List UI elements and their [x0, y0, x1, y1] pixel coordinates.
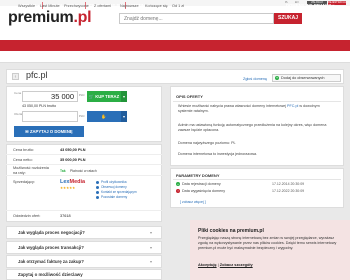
propose-label: ZAPROPONUJ: [89, 125, 119, 130]
list-icon: [96, 196, 99, 199]
faq-label: Jak otrzymać fakturę za zakup?: [18, 259, 84, 264]
desc-text: Wniesie możliwość nabycia prawa własnośc…: [178, 104, 288, 108]
logo[interactable]: premium.pl: [8, 9, 92, 27]
gross-price: 43 050,00 PLN brutto: [22, 104, 57, 108]
row-value: 43 050,00 PLN: [60, 148, 86, 152]
divider: [173, 179, 341, 180]
main-nav: [0, 40, 350, 51]
logo-main: premium: [8, 9, 74, 26]
back-arrow-icon[interactable]: ‹: [12, 73, 19, 80]
subnav-przechwycone[interactable]: Przechwycone: [64, 4, 89, 8]
subnav-z-ofertami[interactable]: Z ofertami: [94, 4, 111, 8]
chevron-down-icon: ▾: [150, 230, 153, 235]
plus-icon: +: [275, 75, 279, 80]
seller-contact-link[interactable]: Kontakt ze sprzedającym: [101, 190, 137, 194]
price-label: Cena: [14, 91, 22, 95]
plus-circle-icon: +: [176, 182, 180, 186]
description-p3: Domena najwyższego poziomu: PL: [178, 141, 236, 145]
description-p1: Wniesie możliwość nabycia prawa własnośc…: [178, 104, 328, 114]
seller-profile-link[interactable]: Profil użytkownika: [101, 180, 127, 184]
cookie-text: Przeglądając naszą stronę internetową be…: [198, 236, 337, 250]
chevron-down-icon: ▾: [150, 245, 153, 250]
param-label: Data wygaśnięcia domeny: [182, 189, 226, 193]
logo-tld: .pl: [73, 9, 92, 26]
visits-value: 37618: [60, 214, 71, 218]
subnav-konczace[interactable]: Kończące się: [145, 4, 168, 8]
ask-about-domain-button[interactable]: ✉ ZAPYTAJ O DOMENĘ: [14, 126, 84, 137]
param-date: 17.12.2022 20:30:09: [272, 189, 305, 193]
price-currency: PLN: [79, 93, 85, 97]
visits-label: Odwiedzin ofert:: [13, 214, 41, 218]
buy-now-button[interactable]: 🛒 KUP TERAZ: [87, 91, 121, 102]
sub-nav: [0, 51, 350, 63]
description-p2: Admin ma ustawioną funkcję automatyczneg…: [178, 123, 327, 132]
ask-label: ZAPYTAJ O DOMENĘ: [29, 129, 73, 134]
subnav-najnowsze[interactable]: Najnowsze: [120, 4, 139, 8]
domain-link[interactable]: PFC.pl: [287, 104, 298, 108]
show-more-link[interactable]: [ zobacz więcej ]: [180, 200, 206, 204]
installment-text: Płatność w ratach: [70, 169, 97, 173]
cookie-actions: Akceptuję | Zobacz szczegóły: [198, 262, 253, 267]
eye-icon: [96, 186, 99, 189]
seller-logo[interactable]: LexMedia: [60, 179, 85, 185]
description-header: OPIS OFERTY: [176, 94, 203, 99]
offer-input[interactable]: [22, 111, 78, 122]
user-icon: [96, 181, 99, 184]
row-label: Cena brutto:: [13, 148, 34, 152]
search-button[interactable]: SZUKAJ: [274, 13, 302, 24]
row-value: 35 000,00 PLN: [60, 158, 86, 162]
offer-currency: PLN: [79, 114, 85, 118]
subnav-last-minute[interactable]: Last Minute: [40, 4, 60, 8]
chevron-down-icon: ▾: [150, 259, 153, 264]
row-value: Tak: [60, 169, 66, 173]
cookie-details-link[interactable]: Zobacz szczegóły: [220, 262, 253, 267]
seller-logo-b: Media: [69, 179, 86, 185]
faq-label: Jak wygląda proces negocjacji?: [18, 230, 85, 235]
add-to-watchlist-button[interactable]: + Dodaj do obserwowanych: [272, 74, 341, 82]
report-domain-link[interactable]: Zgłoś domenę: [243, 77, 267, 81]
row-label: Cena netto:: [13, 158, 33, 162]
parameters-header: PARAMETRY DOMENY: [176, 173, 220, 178]
chevron-down-icon[interactable]: ▾: [121, 111, 127, 122]
seller-domains-link[interactable]: Pozostałe domeny: [101, 195, 127, 199]
faq-label: Jak wygląda proces transakcji?: [18, 245, 84, 250]
faq-label: Zapytaj o możliwość dzierżawy: [18, 272, 83, 277]
domain-title: pfc.pl: [26, 70, 48, 80]
hand-icon: ✋: [101, 114, 107, 119]
nav-branze[interactable]: DOMENY WG BRANŻY ▾: [286, 0, 334, 11]
description-p4: Domena internetowa to inwestycja jednora…: [178, 152, 258, 156]
divider: [173, 101, 341, 102]
chevron-down-icon[interactable]: ▾: [121, 91, 127, 102]
seller-label: Sprzedający:: [13, 180, 35, 184]
param-label: Data rejestracji domeny: [182, 182, 221, 186]
price-value: 35 000: [22, 91, 78, 102]
cookie-accept-button[interactable]: Akceptuję: [198, 262, 217, 267]
subnav-wszystkie[interactable]: Wszystkie: [18, 4, 35, 8]
buy-now-label: KUP TERAZ: [95, 94, 120, 99]
cookie-title: Pliki cookies na premium.pl: [198, 228, 264, 234]
propose-button[interactable]: ✋ ZAPROPONUJ: [87, 111, 121, 130]
row-label: Możliwość rozłożenia na raty:: [13, 166, 49, 175]
add-watch-label: Dodaj do obserwowanych: [281, 76, 325, 80]
param-date: 17.12.2014 20:30:09: [272, 182, 305, 186]
rating-stars-icon: ★★★★★: [60, 186, 76, 190]
clock-icon: !: [176, 189, 180, 193]
mail-icon: [96, 191, 99, 194]
divider: [6, 210, 162, 211]
seller-watch-link[interactable]: Obserwuj domeny: [101, 185, 127, 189]
search-input[interactable]: [119, 13, 274, 24]
subnav-od-1-zl[interactable]: Od 1 zł: [172, 4, 184, 8]
